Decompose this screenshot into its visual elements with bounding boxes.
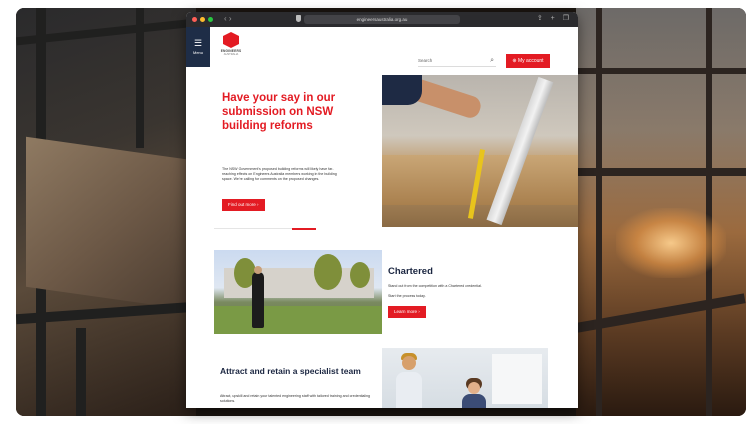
- find-out-more-button[interactable]: Find out more ›: [222, 199, 265, 211]
- attract-title: Attract and retain a specialist team: [220, 366, 361, 376]
- hero-image: [382, 75, 578, 227]
- hero-body: The NSW Government's proposed building r…: [222, 167, 337, 181]
- chartered-image: [214, 250, 382, 334]
- carousel-indicator[interactable]: [214, 227, 316, 230]
- hero-section: Have your say in our submission on NSW b…: [186, 75, 578, 235]
- logo[interactable]: ENGINEERS AUSTRALIA: [218, 32, 244, 56]
- browser-window: ‹ › engineersaustralia.org.au ⇪ + ❐ ☰ Me…: [186, 12, 578, 408]
- logo-icon: [223, 32, 239, 48]
- my-account-button[interactable]: ⊕ My account: [506, 54, 550, 68]
- background-right-factory: [576, 8, 746, 416]
- share-newtab-tabs-icon[interactable]: ⇪ + ❐: [537, 14, 572, 22]
- search-input[interactable]: Search ⌕: [418, 55, 496, 67]
- chartered-body-2: Start the process today.: [388, 294, 426, 298]
- logo-subtext: AUSTRALIA: [223, 53, 239, 56]
- attract-body: Attract, upskill and retain your talente…: [220, 394, 370, 403]
- chartered-body: Stand out from the competition with a Ch…: [388, 284, 482, 288]
- menu-button[interactable]: ☰ Menu: [186, 27, 210, 67]
- minimize-window-dot[interactable]: [200, 17, 205, 22]
- close-window-dot[interactable]: [192, 17, 197, 22]
- hero-title: Have your say in our submission on NSW b…: [222, 92, 336, 132]
- zoom-window-dot[interactable]: [208, 17, 213, 22]
- carousel-active-indicator[interactable]: [292, 227, 316, 230]
- search-icon[interactable]: ⌕: [490, 55, 494, 67]
- menu-label: Menu: [192, 50, 203, 55]
- address-bar[interactable]: engineersaustralia.org.au: [304, 15, 460, 24]
- attract-image: [382, 348, 548, 408]
- shield-icon: [296, 15, 301, 22]
- chartered-title: Chartered: [388, 266, 433, 277]
- search-placeholder: Search: [418, 58, 433, 63]
- hamburger-icon: ☰: [193, 38, 203, 48]
- back-forward-icon[interactable]: ‹ ›: [224, 14, 232, 23]
- browser-toolbar: ‹ › engineersaustralia.org.au ⇪ + ❐: [186, 12, 578, 27]
- site-header: ☰ Menu ENGINEERS AUSTRALIA Search ⌕ ⊕ My…: [186, 27, 578, 75]
- background-left-industrial: [16, 8, 197, 416]
- learn-more-button[interactable]: Learn more ›: [388, 306, 426, 318]
